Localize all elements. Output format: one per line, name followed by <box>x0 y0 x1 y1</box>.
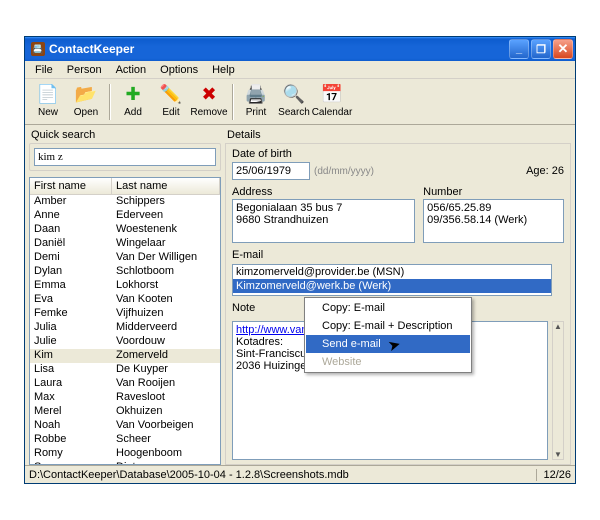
contact-list[interactable]: First name Last name AmberSchippersAnneE… <box>29 177 221 465</box>
address-field[interactable]: Begonialaan 35 bus 7 9680 Strandhuizen <box>232 199 415 243</box>
quick-search-label: Quick search <box>29 129 221 143</box>
add-icon: ✚ <box>122 84 144 106</box>
table-row[interactable]: FemkeVijfhuizen <box>30 307 220 321</box>
table-row[interactable]: DaanWoestenenk <box>30 223 220 237</box>
titlebar[interactable]: 📇 ContactKeeper _ ❐ ✕ <box>25 37 575 61</box>
app-icon: 📇 <box>31 42 45 56</box>
list-header: First name Last name <box>30 178 220 195</box>
toolbar: 📄New 📂Open ✚Add ✏️Edit ✖Remove 🖨️Print 🔍… <box>25 79 575 125</box>
email-item[interactable]: kimzomerveld@provider.be (MSN) <box>233 265 551 279</box>
minimize-button[interactable]: _ <box>509 39 529 59</box>
address-label: Address <box>232 186 415 198</box>
add-button[interactable]: ✚Add <box>114 82 152 122</box>
email-list[interactable]: kimzomerveld@provider.be (MSN) Kimzomerv… <box>232 264 552 296</box>
list-body[interactable]: AmberSchippersAnneEderveenDaanWoestenenk… <box>30 195 220 464</box>
new-icon: 📄 <box>37 84 59 106</box>
status-path: D:\ContactKeeper\Database\2005-10-04 - 1… <box>29 469 536 481</box>
table-row[interactable]: RobbeScheer <box>30 433 220 447</box>
col-first-name[interactable]: First name <box>30 178 112 194</box>
close-button[interactable]: ✕ <box>553 39 573 59</box>
table-row[interactable]: KimZomerveld <box>30 349 220 363</box>
open-icon: 📂 <box>75 84 97 106</box>
search-icon: 🔍 <box>283 84 305 106</box>
table-row[interactable]: JuliaMidderveerd <box>30 321 220 335</box>
menu-send-email[interactable]: Send e-mail <box>306 335 470 353</box>
menu-person[interactable]: Person <box>61 63 108 77</box>
quick-search-group <box>29 143 221 171</box>
toolbar-separator <box>232 84 233 120</box>
email-label: E-mail <box>232 249 564 261</box>
table-row[interactable]: EmmaLokhorst <box>30 279 220 293</box>
remove-button[interactable]: ✖Remove <box>190 82 228 122</box>
scroll-up-icon[interactable]: ▲ <box>554 322 562 331</box>
menu-copy-email[interactable]: Copy: E-mail <box>306 299 470 317</box>
note-scrollbar[interactable]: ▲▼ <box>552 321 564 460</box>
table-row[interactable]: DylanSchlotboom <box>30 265 220 279</box>
content-area: Quick search First name Last name AmberS… <box>25 125 575 465</box>
search-button[interactable]: 🔍Search <box>275 82 313 122</box>
table-row[interactable]: NoahVan Voorbeigen <box>30 419 220 433</box>
context-menu[interactable]: Copy: E-mail Copy: E-mail + Description … <box>304 297 472 373</box>
dob-label: Date of birth <box>232 148 564 160</box>
table-row[interactable]: AnneEderveen <box>30 209 220 223</box>
menubar: File Person Action Options Help <box>25 61 575 79</box>
statusbar: D:\ContactKeeper\Database\2005-10-04 - 1… <box>25 465 575 483</box>
status-counter: 12/26 <box>536 469 571 481</box>
app-window: 📇 ContactKeeper _ ❐ ✕ File Person Action… <box>24 36 576 484</box>
print-icon: 🖨️ <box>245 84 267 106</box>
number-field[interactable]: 056/65.25.89 09/356.58.14 (Werk) <box>423 199 564 243</box>
print-button[interactable]: 🖨️Print <box>237 82 275 122</box>
table-row[interactable]: MaxRavesloot <box>30 391 220 405</box>
table-row[interactable]: DaniëlWingelaar <box>30 237 220 251</box>
table-row[interactable]: LisaDe Kuyper <box>30 363 220 377</box>
table-row[interactable]: MerelOkhuizen <box>30 405 220 419</box>
menu-help[interactable]: Help <box>206 63 241 77</box>
app-title: ContactKeeper <box>49 42 134 56</box>
table-row[interactable]: AmberSchippers <box>30 195 220 209</box>
edit-icon: ✏️ <box>160 84 182 106</box>
table-row[interactable]: JulieVoordouw <box>30 335 220 349</box>
dob-hint: (dd/mm/yyyy) <box>314 166 374 177</box>
remove-icon: ✖ <box>198 84 220 106</box>
calendar-button[interactable]: 📅Calendar <box>313 82 351 122</box>
table-row[interactable]: DemiVan Der Willigen <box>30 251 220 265</box>
menu-action[interactable]: Action <box>110 63 153 77</box>
table-row[interactable]: LauraVan Rooijen <box>30 377 220 391</box>
edit-button[interactable]: ✏️Edit <box>152 82 190 122</box>
open-button[interactable]: 📂Open <box>67 82 105 122</box>
table-row[interactable]: SanneDiets <box>30 461 220 464</box>
toolbar-separator <box>109 84 110 120</box>
menu-copy-email-desc[interactable]: Copy: E-mail + Description <box>306 317 470 335</box>
menu-file[interactable]: File <box>29 63 59 77</box>
dob-input[interactable] <box>232 162 310 180</box>
table-row[interactable]: RomyHoogenboom <box>30 447 220 461</box>
age-value: Age: 26 <box>526 165 564 177</box>
details-label: Details <box>225 129 571 143</box>
number-label: Number <box>423 186 564 198</box>
calendar-icon: 📅 <box>321 84 343 106</box>
maximize-button[interactable]: ❐ <box>531 39 551 59</box>
menu-website: Website <box>306 353 470 371</box>
email-item[interactable]: Kimzomerveld@werk.be (Werk) <box>233 279 551 293</box>
new-button[interactable]: 📄New <box>29 82 67 122</box>
search-input[interactable] <box>34 148 216 166</box>
menu-options[interactable]: Options <box>154 63 204 77</box>
table-row[interactable]: EvaVan Kooten <box>30 293 220 307</box>
scroll-down-icon[interactable]: ▼ <box>554 450 562 459</box>
col-last-name[interactable]: Last name <box>112 178 220 194</box>
left-panel: Quick search First name Last name AmberS… <box>29 129 221 465</box>
